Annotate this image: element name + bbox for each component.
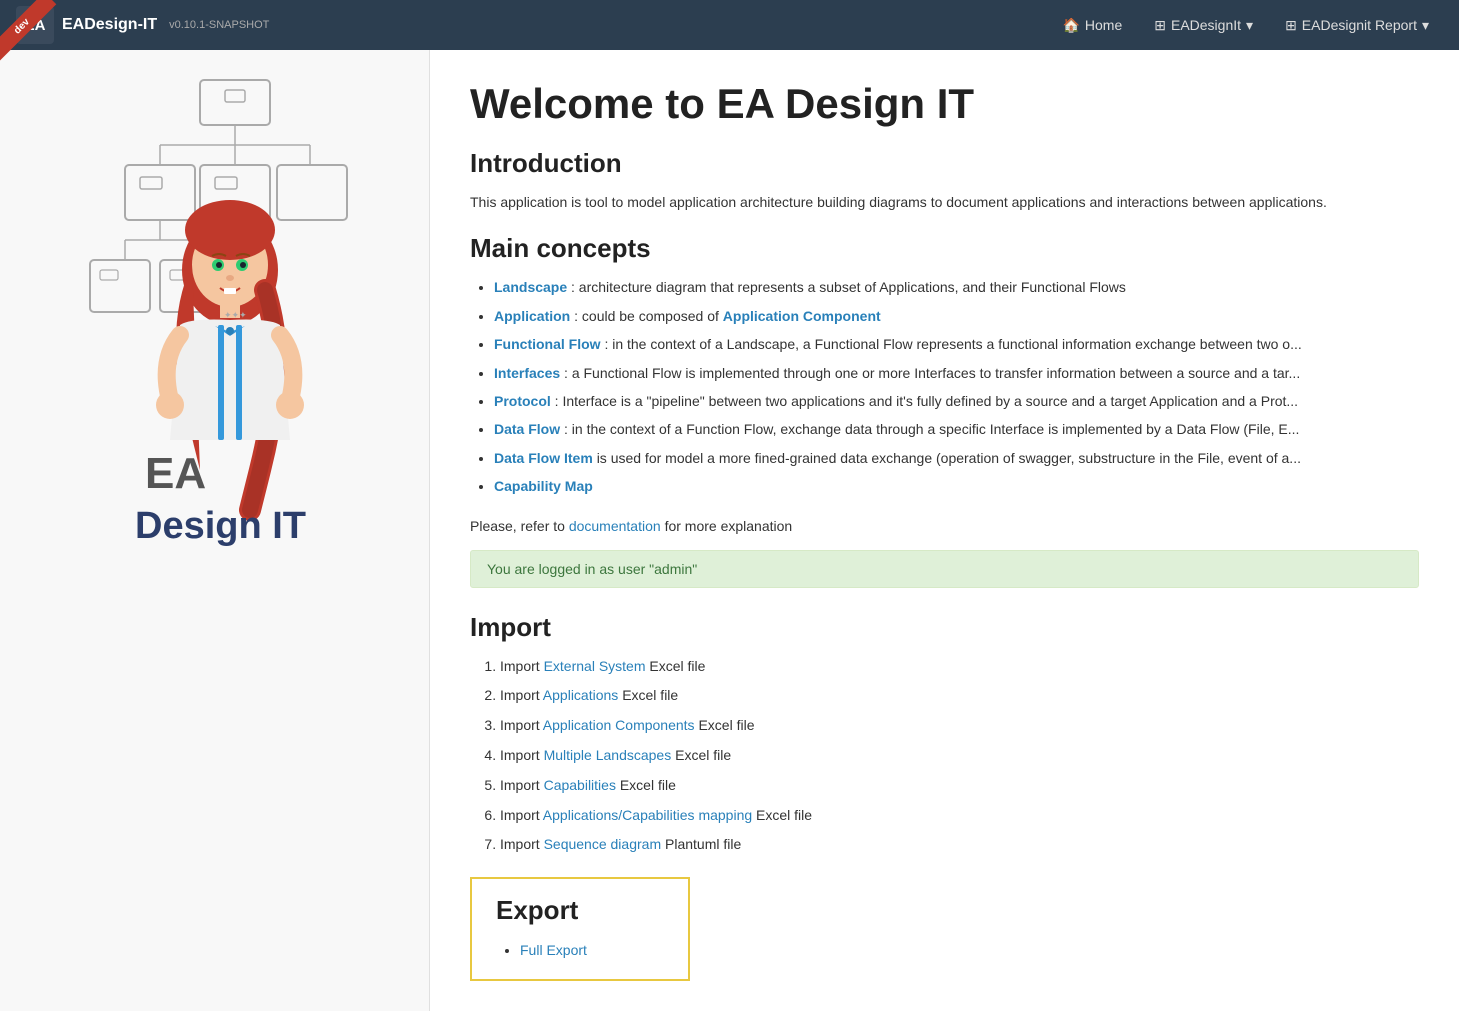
doc-line: Please, refer to documentation for more …	[470, 518, 1419, 534]
link-app-component[interactable]: Application Component	[723, 308, 881, 324]
concept-data-flow: Data Flow : in the context of a Function…	[494, 418, 1419, 440]
export-heading: Export	[496, 895, 664, 926]
navbar: dev EA EADesign-IT v0.10.1-SNAPSHOT 🏠 Ho…	[0, 0, 1459, 50]
sidebar: ✦✦✦ EA Design IT	[0, 50, 430, 1011]
concept-data-flow-item: Data Flow Item is used for model a more …	[494, 447, 1419, 469]
concept-protocol: Protocol : Interface is a "pipeline" bet…	[494, 390, 1419, 412]
dev-ribbon: dev	[0, 0, 56, 61]
link-interfaces[interactable]: Interfaces	[494, 365, 560, 381]
chevron-down-icon-1: ▾	[1246, 17, 1253, 34]
link-application[interactable]: Application	[494, 308, 570, 324]
concept-capability-map: Capability Map	[494, 475, 1419, 497]
import-item-1: Import External System Excel file	[500, 655, 1419, 679]
grid-icon-2: ⊞	[1285, 17, 1297, 34]
alert-logged-in: You are logged in as user "admin"	[470, 550, 1419, 588]
dev-ribbon-container: dev	[0, 0, 80, 80]
logo-illustration: ✦✦✦ EA Design IT	[70, 70, 360, 550]
link-capabilities[interactable]: Capabilities	[544, 777, 616, 793]
svg-text:EA: EA	[145, 449, 206, 498]
nav-report-label: EADesignit Report	[1302, 17, 1417, 33]
main-content: Welcome to EA Design IT Introduction Thi…	[430, 50, 1459, 1011]
page-layout: ✦✦✦ EA Design IT Welc	[0, 50, 1459, 1011]
import-item-5: Import Capabilities Excel file	[500, 774, 1419, 798]
import-item-3: Import Application Components Excel file	[500, 714, 1419, 738]
import-item-2: Import Applications Excel file	[500, 684, 1419, 708]
export-box: Export Full Export	[470, 877, 690, 981]
grid-icon-1: ⊞	[1154, 17, 1166, 34]
intro-text: This application is tool to model applic…	[470, 191, 1419, 213]
svg-text:Design IT: Design IT	[135, 505, 306, 547]
concepts-heading: Main concepts	[470, 233, 1419, 264]
link-applications-capabilities-mapping[interactable]: Applications/Capabilities mapping	[543, 807, 752, 823]
chevron-down-icon-2: ▾	[1422, 17, 1429, 34]
page-title: Welcome to EA Design IT	[470, 80, 1419, 128]
link-functional-flow[interactable]: Functional Flow	[494, 336, 601, 352]
link-full-export[interactable]: Full Export	[520, 942, 587, 958]
link-external-system[interactable]: External System	[544, 658, 646, 674]
intro-heading: Introduction	[470, 148, 1419, 179]
mascot-svg: ✦✦✦ EA Design IT	[70, 70, 360, 550]
link-capability-map[interactable]: Capability Map	[494, 478, 593, 494]
concept-landscape: Landscape : architecture diagram that re…	[494, 276, 1419, 298]
link-data-flow-item[interactable]: Data Flow Item	[494, 450, 593, 466]
link-sequence-diagram[interactable]: Sequence diagram	[544, 836, 662, 852]
import-item-4: Import Multiple Landscapes Excel file	[500, 744, 1419, 768]
link-data-flow[interactable]: Data Flow	[494, 421, 560, 437]
concept-interfaces: Interfaces : a Functional Flow is implem…	[494, 362, 1419, 384]
nav-eadesignit-report[interactable]: ⊞ EADesignit Report ▾	[1271, 9, 1443, 42]
link-applications[interactable]: Applications	[543, 687, 619, 703]
nav-eadesignit-label: EADesignIt	[1171, 17, 1241, 33]
svg-text:✦✦✦: ✦✦✦	[224, 310, 247, 320]
home-icon: 🏠	[1062, 17, 1079, 34]
nav-home-label: Home	[1085, 17, 1122, 33]
import-list: Import External System Excel file Import…	[470, 655, 1419, 858]
concept-list: Landscape : architecture diagram that re…	[470, 276, 1419, 497]
import-item-7: Import Sequence diagram Plantuml file	[500, 833, 1419, 857]
link-documentation[interactable]: documentation	[569, 518, 661, 534]
nav-eadesignit[interactable]: ⊞ EADesignIt ▾	[1140, 9, 1267, 42]
navbar-version: v0.10.1-SNAPSHOT	[169, 19, 269, 31]
import-item-6: Import Applications/Capabilities mapping…	[500, 804, 1419, 828]
link-application-components[interactable]: Application Components	[543, 717, 695, 733]
link-multiple-landscapes[interactable]: Multiple Landscapes	[544, 747, 672, 763]
concept-functional-flow: Functional Flow : in the context of a La…	[494, 333, 1419, 355]
navbar-nav: 🏠 Home ⊞ EADesignIt ▾ ⊞ EADesignit Repor…	[1048, 9, 1443, 42]
export-list: Full Export	[496, 938, 664, 963]
concept-application: Application : could be composed of Appli…	[494, 305, 1419, 327]
link-landscape[interactable]: Landscape	[494, 279, 567, 295]
link-protocol[interactable]: Protocol	[494, 393, 551, 409]
import-heading: Import	[470, 612, 1419, 643]
export-item-1: Full Export	[520, 938, 664, 963]
nav-home[interactable]: 🏠 Home	[1048, 9, 1136, 42]
